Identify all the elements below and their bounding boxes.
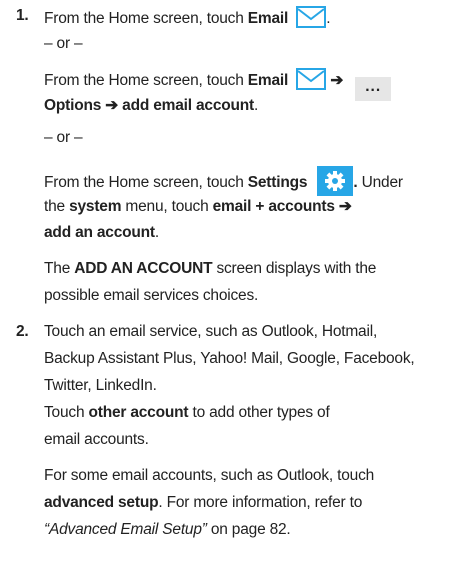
step-2-line-7: advanced setup. For more information, re… — [44, 494, 363, 511]
email-envelope-icon — [296, 6, 327, 28]
settings-gear-icon — [317, 166, 354, 196]
email-term: Email — [247, 10, 289, 27]
step-2-line-6: For some email accounts, such as Outlook… — [44, 467, 375, 484]
manual-page: 1. From the Home screen, touch Email . –… — [0, 0, 472, 569]
step-1-line-7: The ADD AN ACCOUNT screen displays with … — [44, 260, 377, 277]
step-2-line-8: “Advanced Email Setup” on page 82. — [44, 521, 291, 538]
step-1-line-6: add an account. — [44, 224, 159, 241]
arrow-icon: ➔ — [105, 97, 119, 114]
arrow-icon: ➔ — [330, 72, 344, 89]
step-1-line-5: the system menu, touch email + accounts … — [44, 198, 352, 215]
step-2-line-2: Backup Assistant Plus, Yahoo! Mail, Goog… — [44, 350, 415, 367]
step-1-line-4: From the Home screen, touch Settings . U… — [44, 166, 403, 196]
step-2-line-1: Touch an email service, such as Outlook,… — [44, 323, 378, 340]
step-2-line-3: Twitter, LinkedIn. — [44, 377, 157, 394]
more-options-icon: ... — [355, 77, 392, 101]
or-separator-1: – or – — [44, 35, 83, 52]
email-envelope-icon — [296, 68, 327, 90]
arrow-icon: ➔ — [338, 198, 352, 215]
step-2-line-5: email accounts. — [44, 431, 149, 448]
step-1-line-3: Options ➔ add email account. — [44, 97, 259, 114]
cross-reference-link[interactable]: “Advanced Email Setup” — [44, 521, 207, 538]
step-2-number: 2. — [16, 323, 29, 340]
step-1-line-1: From the Home screen, touch Email . — [44, 6, 331, 29]
step-1-line-8: possible email services choices. — [44, 287, 259, 304]
step-1-number: 1. — [16, 7, 29, 24]
or-separator-2: – or – — [44, 129, 83, 146]
step-2-line-4: Touch other account to add other types o… — [44, 404, 330, 421]
